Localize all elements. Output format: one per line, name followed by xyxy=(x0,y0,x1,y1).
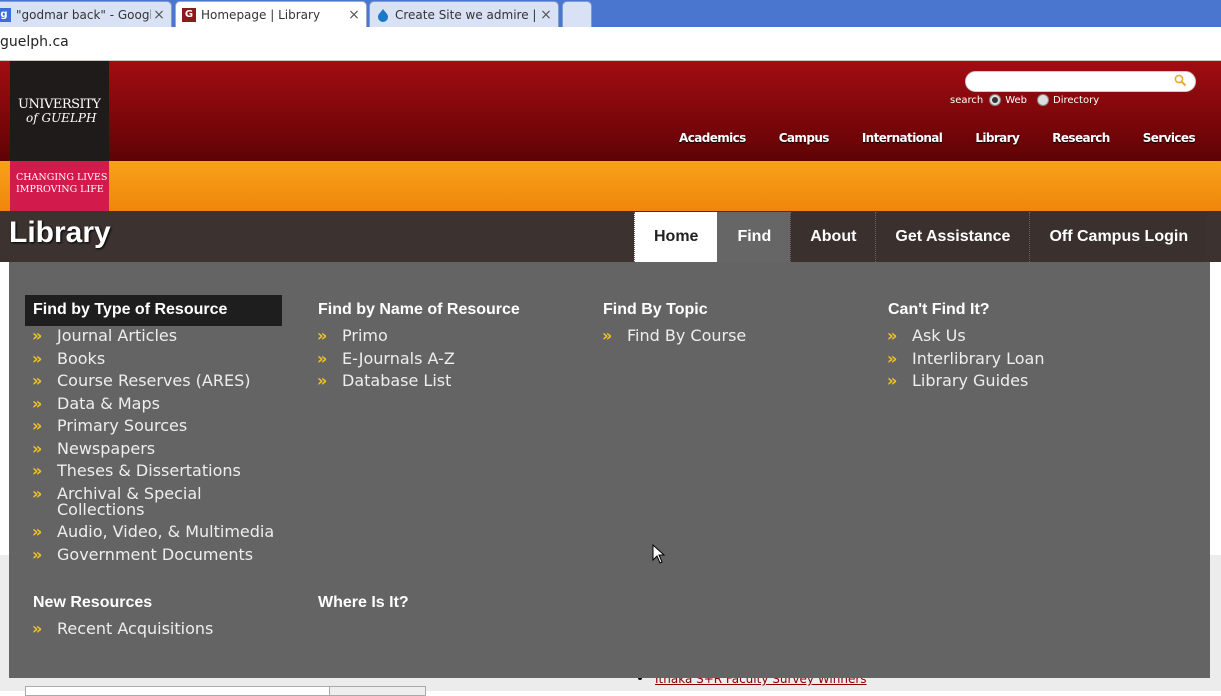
chevron-right-icon: » xyxy=(602,326,613,345)
list-find-by-name: » Primo » E-Journals A-Z » Database List xyxy=(310,328,570,396)
menu-item-audio-video[interactable]: » Audio, Video, & Multimedia xyxy=(25,524,285,540)
url-text[interactable]: guelph.ca xyxy=(0,34,69,50)
top-nav-research[interactable]: Research xyxy=(1052,131,1110,145)
menu-item-archival[interactable]: » Archival & Special Collections xyxy=(25,483,285,518)
menu-item-theses[interactable]: » Theses & Dissertations xyxy=(25,463,285,479)
menu-item-recent-acquisitions[interactable]: » Recent Acquisitions xyxy=(25,621,285,637)
heading-new-resources[interactable]: New Resources xyxy=(33,594,152,612)
menu-item-find-by-course[interactable]: » Find By Course xyxy=(595,328,855,344)
menu-item-data-maps[interactable]: » Data & Maps xyxy=(25,393,285,413)
drupal-icon xyxy=(376,8,390,22)
guelph-g-icon: G xyxy=(182,7,196,22)
chevron-right-icon: » xyxy=(887,326,898,345)
list-cant-find-it: » Ask Us » Interlibrary Loan » Library Guid… xyxy=(880,328,1140,396)
heading-find-by-name[interactable]: Find by Name of Resource xyxy=(318,301,520,319)
top-nav-international[interactable]: International xyxy=(862,131,943,145)
radio-directory[interactable] xyxy=(1037,94,1050,106)
menu-item-primary-sources[interactable]: » Primary Sources xyxy=(25,418,285,434)
heading-find-by-topic[interactable]: Find By Topic xyxy=(603,301,708,319)
header-orange-band xyxy=(0,161,1221,211)
chevron-right-icon: » xyxy=(32,416,43,435)
browser-tab-bar: g "godmar back" - Google S × G Homepage … xyxy=(0,0,1221,27)
close-tab-icon[interactable]: × xyxy=(346,7,362,23)
top-nav-academics[interactable]: Academics xyxy=(679,131,746,145)
chevron-right-icon: » xyxy=(32,483,43,503)
radio-directory-label: Directory xyxy=(1053,94,1100,106)
tab-about[interactable]: About xyxy=(790,212,876,262)
heading-cant-find-it[interactable]: Can't Find It? xyxy=(888,301,990,319)
chevron-right-icon: » xyxy=(32,544,43,564)
list-find-by-topic: » Find By Course xyxy=(595,328,855,351)
tab-find[interactable]: Find xyxy=(717,212,791,262)
menu-item-ejournals[interactable]: » E-Journals A-Z xyxy=(310,348,570,368)
search-label: search xyxy=(950,94,984,106)
close-tab-icon[interactable]: × xyxy=(151,7,167,23)
search-scope: search Web Directory xyxy=(950,94,1099,106)
close-tab-icon[interactable]: × xyxy=(538,7,554,23)
menu-item-government-documents[interactable]: » Government Documents xyxy=(25,544,285,564)
menu-item-interlibrary-loan[interactable]: » Interlibrary Loan xyxy=(880,348,1140,368)
chevron-right-icon: » xyxy=(317,371,328,390)
slogan: CHANGING LIVES IMPROVING LIFE xyxy=(10,161,109,211)
list-find-by-type: » Journal Articles » Books » Course Reserve… xyxy=(25,328,285,569)
find-dropdown-menu: Find by Type of Resource » Journal Articl… xyxy=(9,262,1210,678)
top-nav-services[interactable]: Services xyxy=(1143,131,1196,145)
chevron-right-icon: » xyxy=(32,371,43,390)
logo-line1: UNIVERSITY xyxy=(18,97,101,112)
chevron-right-icon: » xyxy=(32,461,43,480)
menu-item-newspapers[interactable]: » Newspapers xyxy=(25,438,285,458)
new-tab-button[interactable] xyxy=(562,1,592,27)
search-icon[interactable] xyxy=(1174,74,1187,87)
page-title[interactable]: Library xyxy=(9,216,111,250)
menu-item-primo[interactable]: » Primo xyxy=(310,328,570,344)
chevron-right-icon: » xyxy=(32,438,43,458)
chevron-right-icon: » xyxy=(317,348,328,368)
top-nav: Academics Campus International Library R… xyxy=(646,131,1196,145)
page-search-button[interactable] xyxy=(329,686,426,696)
radio-web-label: Web xyxy=(1005,94,1028,106)
search-input[interactable] xyxy=(965,71,1196,92)
menu-item-books[interactable]: » Books xyxy=(25,348,285,368)
university-logo[interactable]: UNIVERSITY of GUELPH xyxy=(10,61,109,161)
browser-tab-google[interactable]: g "godmar back" - Google S × xyxy=(0,1,172,27)
browser-tab-library[interactable]: G Homepage | Library × xyxy=(175,1,367,27)
google-icon: g xyxy=(0,7,11,22)
chevron-right-icon: » xyxy=(32,393,43,413)
tab-home[interactable]: Home xyxy=(634,212,718,262)
top-nav-library[interactable]: Library xyxy=(975,131,1020,145)
menu-item-course-reserves[interactable]: » Course Reserves (ARES) xyxy=(25,373,285,389)
chevron-right-icon: » xyxy=(32,522,43,541)
menu-item-journal-articles[interactable]: » Journal Articles xyxy=(25,328,285,344)
address-bar[interactable]: guelph.ca xyxy=(0,27,1221,61)
radio-web[interactable] xyxy=(989,94,1002,106)
heading-find-by-type[interactable]: Find by Type of Resource xyxy=(25,295,282,326)
tab-get-assistance[interactable]: Get Assistance xyxy=(875,212,1030,262)
chevron-right-icon: » xyxy=(887,371,898,390)
list-new-resources: » Recent Acquisitions xyxy=(25,621,285,644)
chevron-right-icon: » xyxy=(887,348,898,368)
menu-item-library-guides[interactable]: » Library Guides xyxy=(880,373,1140,389)
top-nav-campus[interactable]: Campus xyxy=(779,131,830,145)
tab-off-campus-login[interactable]: Off Campus Login xyxy=(1029,212,1208,262)
chevron-right-icon: » xyxy=(32,326,43,345)
logo-line2: of GUELPH xyxy=(26,111,97,125)
mouse-cursor-icon xyxy=(652,544,666,564)
menu-item-database-list[interactable]: » Database List xyxy=(310,373,570,389)
chevron-right-icon: » xyxy=(317,326,328,345)
page-search-input[interactable] xyxy=(25,686,331,696)
browser-tab-drupal[interactable]: Create Site we admire | co × xyxy=(369,1,559,27)
library-tabs: Home Find About Get Assistance Off Campu… xyxy=(634,212,1208,262)
chevron-right-icon: » xyxy=(32,348,43,368)
menu-item-ask-us[interactable]: » Ask Us xyxy=(880,328,1140,344)
heading-where-is-it[interactable]: Where Is It? xyxy=(318,594,409,612)
chevron-right-icon: » xyxy=(32,619,43,638)
